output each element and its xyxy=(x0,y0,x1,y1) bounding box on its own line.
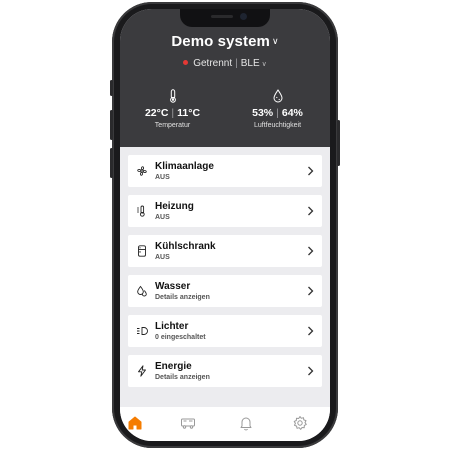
device-status: AUS xyxy=(155,254,170,261)
system-header: Demo system ∨ Getrennt | BLE ∨ 22°C | 11°C Tem… xyxy=(120,9,330,147)
mute-switch xyxy=(110,80,113,96)
heater-icon xyxy=(137,205,145,217)
humidity-inside: 53% xyxy=(252,107,274,119)
device-card-lichter[interactable]: Lichter 0 eingeschaltet xyxy=(128,315,322,347)
volume-up-button xyxy=(110,110,113,140)
gear-icon[interactable] xyxy=(292,415,308,431)
bell-icon[interactable] xyxy=(238,415,254,431)
device-status: AUS xyxy=(155,174,170,181)
device-card-wasser[interactable]: Wasser Details anzeigen xyxy=(128,275,322,307)
phone-frame: Demo system ∨ Getrennt | BLE ∨ 22°C | 11°C Tem… xyxy=(110,2,340,448)
device-name: Klimaanlage xyxy=(155,161,214,172)
water-icon xyxy=(137,285,147,297)
vehicle-icon[interactable] xyxy=(180,415,196,431)
temperature-inside: 22°C xyxy=(144,107,169,119)
notch xyxy=(180,9,270,27)
chevron-down-icon: ∨ xyxy=(271,36,279,46)
device-name: Lichter xyxy=(155,321,189,332)
chevron-right-icon xyxy=(308,246,314,256)
device-card-energie[interactable]: Energie Details anzeigen xyxy=(128,355,322,387)
tab-bar xyxy=(120,407,330,441)
device-name: Energie xyxy=(155,361,192,372)
fan-icon xyxy=(137,166,147,176)
temperature-outside: 11°C xyxy=(177,107,201,119)
device-status: AUS xyxy=(155,214,170,221)
device-name: Heizung xyxy=(155,201,194,212)
humidity-outside: 64% xyxy=(281,107,303,119)
device-card-heizung[interactable]: Heizung AUS xyxy=(128,195,322,227)
volume-down-button xyxy=(110,148,113,178)
home-icon[interactable] xyxy=(127,415,143,431)
connection-status[interactable]: Getrennt | BLE ∨ xyxy=(120,58,330,69)
fridge-icon xyxy=(138,245,146,257)
device-name: Wasser xyxy=(155,281,191,292)
status-dot-icon xyxy=(183,60,189,65)
lightning-icon xyxy=(138,365,146,377)
system-title: Demo system xyxy=(171,33,270,50)
chevron-right-icon xyxy=(308,326,314,336)
temperature-label: Temperatur xyxy=(154,122,191,129)
chevron-right-icon xyxy=(308,286,314,296)
light-icon xyxy=(137,327,148,335)
device-status: Details anzeigen xyxy=(155,294,210,301)
device-name: Kühlschrank xyxy=(155,241,216,252)
device-status: 0 eingeschaltet xyxy=(155,334,206,341)
device-card-kuehlschrank[interactable]: Kühlschrank AUS xyxy=(128,235,322,267)
device-status: Details anzeigen xyxy=(155,374,210,381)
chevron-right-icon xyxy=(308,206,314,216)
thermometer-icon xyxy=(169,89,176,103)
droplet-icon xyxy=(272,89,283,103)
humidity-metric: 53% | 64% Luftfeuchtigkeit xyxy=(225,89,330,129)
chevron-right-icon xyxy=(308,166,314,176)
app-screen: Demo system ∨ Getrennt | BLE ∨ 22°C | 11°C Tem… xyxy=(120,9,330,441)
system-selector[interactable]: Demo system ∨ xyxy=(120,33,330,50)
connection-type: BLE xyxy=(240,58,260,69)
device-card-klimaanlage[interactable]: Klimaanlage AUS xyxy=(128,155,322,187)
chevron-down-icon: ∨ xyxy=(261,61,267,68)
humidity-label: Luftfeuchtigkeit xyxy=(253,122,302,129)
power-button xyxy=(337,120,340,166)
temperature-metric: 22°C | 11°C Temperatur xyxy=(120,89,225,129)
status-text: Getrennt xyxy=(193,58,233,69)
chevron-right-icon xyxy=(308,366,314,376)
